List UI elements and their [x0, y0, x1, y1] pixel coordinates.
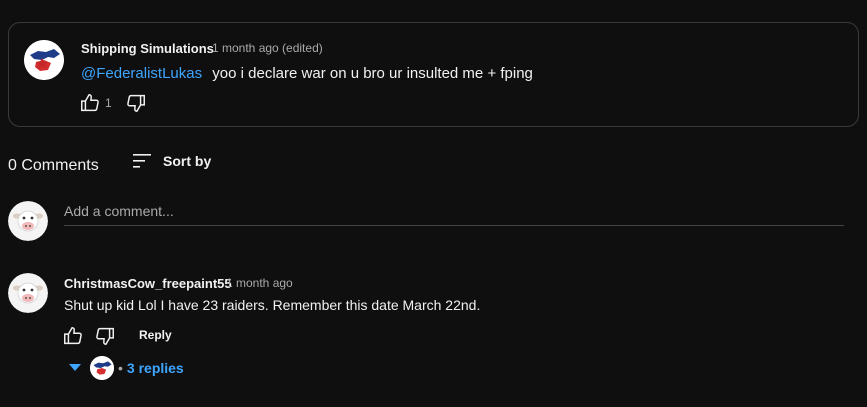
comment-timestamp[interactable]: 1 month ago (edited) — [212, 41, 323, 55]
thumbs-up-icon — [64, 327, 82, 345]
comment-text: yoo i declare war on u bro ur insulted m… — [212, 65, 533, 82]
like-count: 1 — [105, 96, 112, 110]
dislike-button[interactable] — [93, 324, 117, 348]
comment-author[interactable]: ChristmasCow_freepaint55 — [64, 276, 232, 291]
cow-avatar-icon — [8, 201, 48, 241]
comments-count: 0 Comments — [8, 157, 99, 174]
commenter-avatar[interactable] — [8, 273, 48, 313]
comment-body: @FederalistLukas yoo i declare war on u … — [81, 65, 533, 82]
comment-timestamp[interactable]: 1 month ago — [226, 276, 293, 290]
sort-by-label: Sort by — [163, 153, 212, 169]
view-replies-button[interactable]: • 3 replies — [68, 356, 184, 380]
add-comment-placeholder: Add a comment... — [64, 203, 174, 219]
bullet-separator: • — [118, 360, 123, 376]
author-avatar[interactable] — [24, 40, 64, 80]
replies-count[interactable]: 3 replies — [127, 360, 184, 376]
current-user-avatar[interactable] — [8, 201, 48, 241]
mention-link[interactable]: @FederalistLukas — [81, 65, 202, 82]
thumbs-down-icon — [96, 327, 114, 345]
sort-icon — [133, 154, 151, 168]
thumbs-up-icon — [81, 94, 99, 112]
flag-map-avatar-icon — [24, 40, 64, 80]
like-button[interactable] — [78, 91, 102, 115]
comment-author[interactable]: Shipping Simulations — [81, 41, 214, 56]
flag-map-avatar-icon — [90, 356, 114, 380]
cow-avatar-icon — [8, 273, 48, 313]
comment-text: Shut up kid Lol I have 23 raiders. Remem… — [64, 297, 481, 313]
dislike-button[interactable] — [124, 91, 148, 115]
like-button[interactable] — [61, 324, 85, 348]
sort-by-button[interactable]: Sort by — [132, 153, 211, 169]
reply-button[interactable]: Reply — [139, 328, 172, 342]
thumbs-down-icon — [127, 94, 145, 112]
caret-down-icon — [69, 364, 81, 371]
add-comment-input[interactable]: Add a comment... — [64, 200, 844, 226]
reply-author-avatar — [90, 356, 114, 380]
